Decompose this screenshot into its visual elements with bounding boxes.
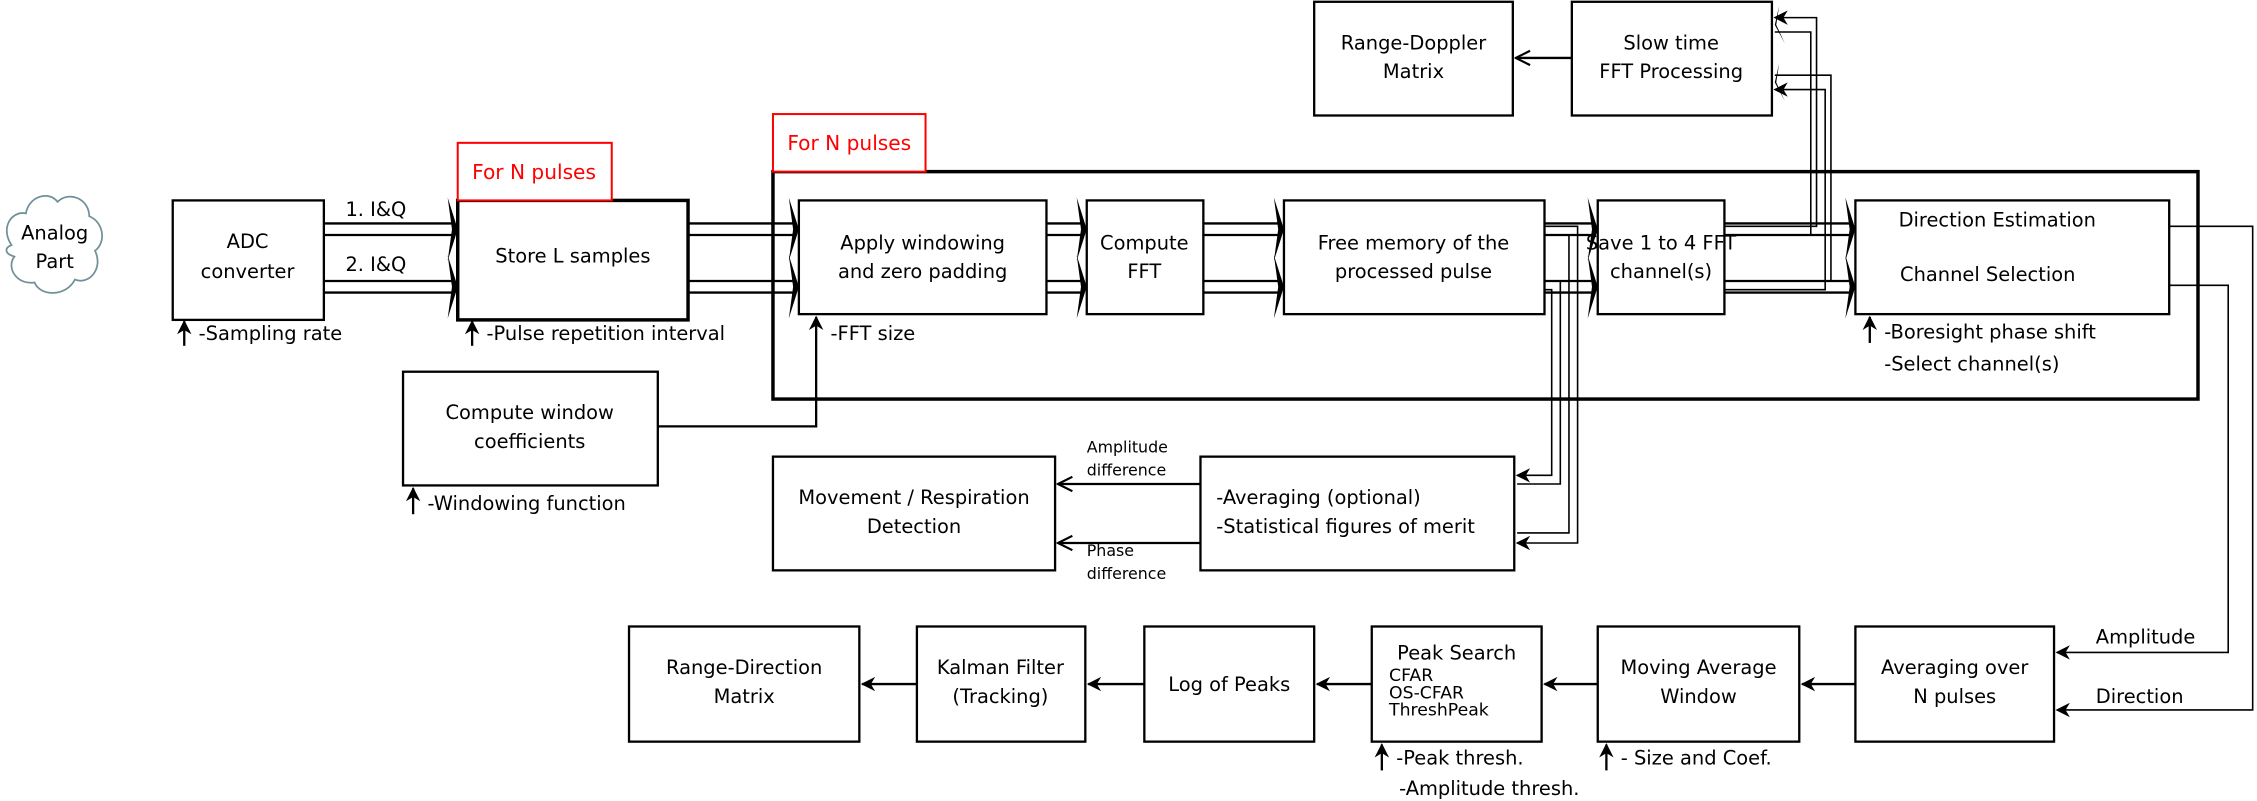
- windowing-line1: Apply windowing: [840, 231, 1005, 254]
- windowing-param: -FFT size: [831, 322, 916, 345]
- adc-line1: ADC: [227, 230, 269, 253]
- kalman-line2: (Tracking): [952, 685, 1048, 708]
- arrowhead-icon: [788, 255, 799, 319]
- iq-ch1-label: 1. I&Q: [345, 198, 406, 221]
- moving-average-block: Moving Average Window: [1596, 625, 1801, 743]
- direction-param1: -Boresight phase shift: [1884, 321, 2096, 344]
- arrowhead-icon: [1273, 197, 1284, 261]
- range-doppler-block: Range-Doppler Matrix: [1313, 0, 1514, 117]
- moving-avg-line2: Window: [1660, 685, 1737, 708]
- amp-diff-line1: Amplitude: [1087, 437, 1168, 456]
- arrowhead-icon: [1076, 255, 1087, 319]
- store-label: Store L samples: [495, 244, 650, 267]
- averaging-n-pulses-block: Averaging over N pulses: [1854, 625, 2056, 743]
- adc-line2: converter: [201, 260, 295, 283]
- adc-param: -Sampling rate: [199, 322, 343, 345]
- store-loop-label: For N pulses: [456, 141, 613, 202]
- fft-line2: FFT: [1127, 260, 1161, 283]
- free-memory-block: Free memory of the processed pulse: [1282, 199, 1546, 316]
- slow-time-line2: FFT Processing: [1599, 60, 1743, 83]
- direction-line1: Direction Estimation: [1899, 208, 2096, 231]
- compute-fft-block: Compute FFT: [1085, 199, 1205, 316]
- windowing-line2: and zero padding: [838, 260, 1007, 283]
- amplitude-label: Amplitude: [2096, 626, 2196, 649]
- signal-processing-diagram: Analog Part ADC converter -Sampling rate…: [5, 0, 2254, 800]
- slow-time-fft-block: Slow time FFT Processing: [1570, 0, 1774, 117]
- amp-diff-line2: difference: [1087, 460, 1166, 479]
- peak-search-title: Peak Search: [1397, 642, 1516, 665]
- averaging-opt-line1: -Averaging (optional): [1216, 486, 1420, 509]
- peak-method-threshpeak: ThreshPeak: [1388, 701, 1489, 721]
- window-coef-param: -Windowing function: [428, 492, 626, 515]
- movement-line2: Detection: [867, 515, 961, 538]
- fft-line1: Compute: [1100, 231, 1189, 254]
- main-loop-text: For N pulses: [787, 131, 911, 155]
- averaging-n-line2: N pulses: [1913, 685, 1996, 708]
- log-peaks-label: Log of Peaks: [1168, 673, 1290, 696]
- analog-part-cloud: Analog Part: [5, 195, 103, 294]
- kalman-line1: Kalman Filter: [937, 656, 1064, 679]
- movement-detection-block: Movement / Respiration Detection: [771, 455, 1057, 572]
- save-line2: channel(s): [1610, 260, 1712, 283]
- cloud-line2: Part: [36, 250, 75, 273]
- movement-line1: Movement / Respiration: [798, 486, 1029, 509]
- direction-line2: Channel Selection: [1900, 263, 2075, 286]
- window-coef-line2: coefficients: [474, 430, 585, 453]
- range-direction-line2: Matrix: [714, 685, 775, 708]
- cloud-line1: Analog: [21, 221, 88, 244]
- averaging-n-line1: Averaging over: [1881, 656, 2028, 679]
- peak-param1: -Peak thresh.: [1396, 747, 1523, 770]
- range-direction-block: Range-Direction Matrix: [627, 625, 861, 743]
- windowing-block: Apply windowing and zero padding: [797, 199, 1048, 316]
- store-samples-block: Store L samples: [456, 198, 690, 322]
- iq-ch2-label: 2. I&Q: [345, 253, 406, 276]
- window-coef-line1: Compute window: [445, 401, 614, 424]
- main-loop-label: For N pulses: [771, 113, 927, 173]
- store-loop-text: For N pulses: [472, 160, 596, 184]
- peak-param2: -Amplitude thresh.: [1399, 777, 1579, 800]
- arrowhead-icon: [788, 197, 799, 261]
- phase-diff-line2: difference: [1087, 564, 1166, 583]
- direction-label: Direction: [2096, 685, 2184, 708]
- direction-param2: -Select channel(s): [1884, 352, 2059, 375]
- range-doppler-line2: Matrix: [1383, 60, 1444, 83]
- direction-estimation-block: Direction Estimation Channel Selection: [1854, 199, 2171, 316]
- log-of-peaks-block: Log of Peaks: [1143, 625, 1316, 743]
- arrowhead-icon: [1845, 197, 1856, 261]
- moving-avg-param: - Size and Coef.: [1621, 747, 1772, 770]
- kalman-filter-block: Kalman Filter (Tracking): [915, 625, 1087, 743]
- peak-search-block: Peak Search CFAR OS-CFAR ThreshPeak: [1370, 625, 1543, 743]
- arrowhead-icon: [1076, 197, 1087, 261]
- free-memory-line2: processed pulse: [1335, 260, 1492, 283]
- arrowhead-icon: [1273, 255, 1284, 319]
- slow-time-line1: Slow time: [1623, 31, 1719, 54]
- save-line1: Save 1 to 4 FFT: [1586, 231, 1737, 254]
- range-doppler-line1: Range-Doppler: [1341, 31, 1486, 54]
- arrowhead-icon: [1845, 255, 1856, 319]
- averaging-optional-block: -Averaging (optional) -Statistical figur…: [1199, 455, 1516, 572]
- averaging-opt-line2: -Statistical figures of merit: [1216, 515, 1475, 538]
- store-param: -Pulse repetition interval: [487, 322, 726, 345]
- arrowhead-icon: [1587, 255, 1598, 319]
- adc-block: ADC converter: [171, 199, 326, 322]
- window-coefficients-block: Compute window coefficients: [401, 370, 659, 487]
- moving-avg-line1: Moving Average: [1620, 656, 1776, 679]
- range-direction-line1: Range-Direction: [666, 656, 822, 679]
- free-memory-line1: Free memory of the: [1318, 231, 1509, 254]
- phase-diff-line1: Phase: [1087, 541, 1134, 560]
- save-fft-block: Save 1 to 4 FFT channel(s): [1586, 199, 1737, 316]
